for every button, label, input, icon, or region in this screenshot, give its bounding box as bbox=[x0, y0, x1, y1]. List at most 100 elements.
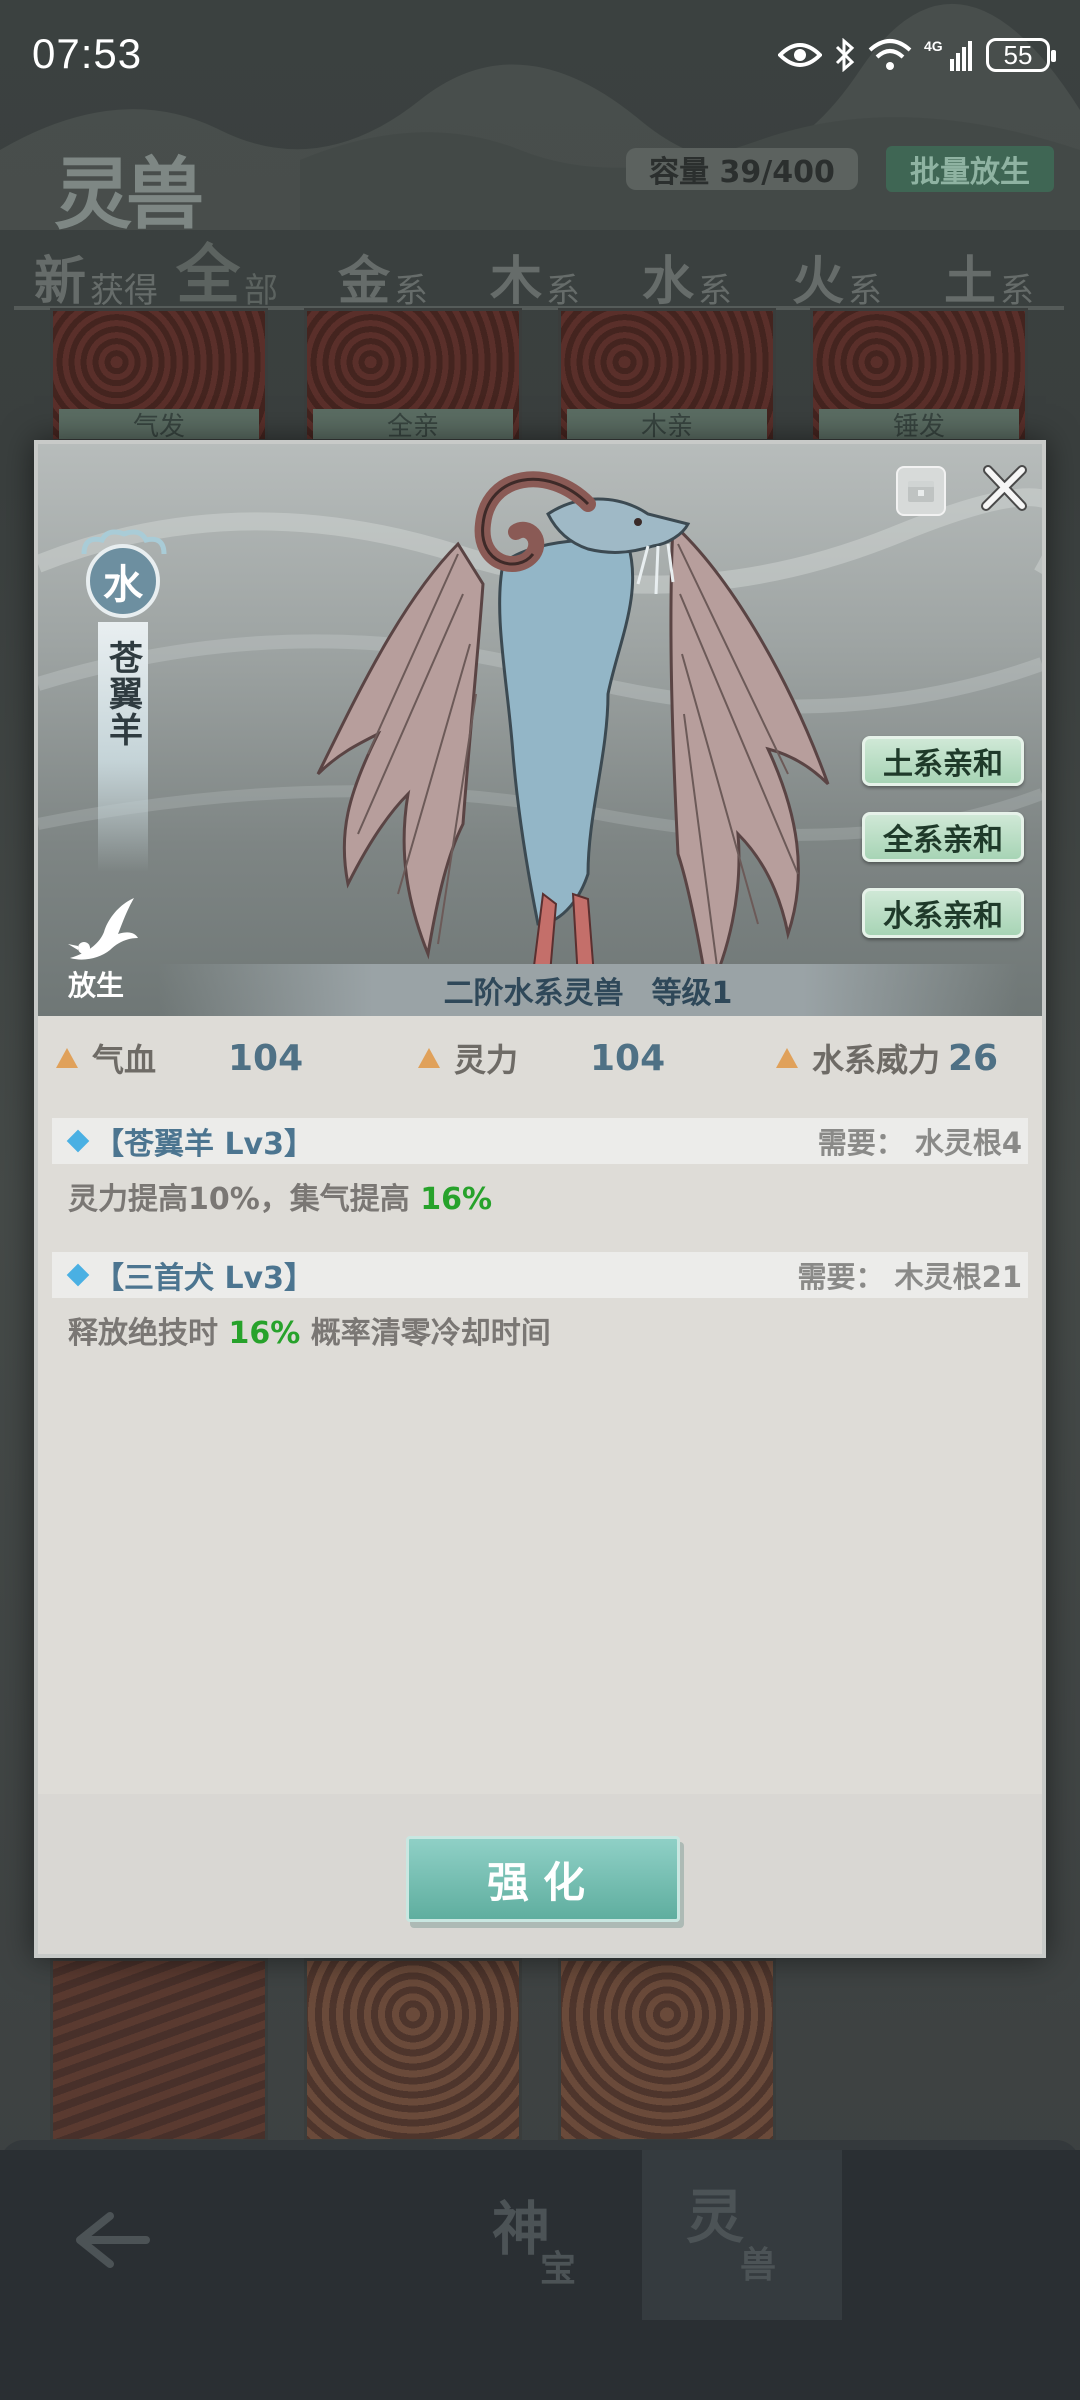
tab-label: 水 bbox=[642, 251, 695, 312]
stat-label: 灵力 bbox=[454, 1041, 519, 1079]
beast-card[interactable]: 锤发 bbox=[810, 308, 1028, 442]
release-button[interactable]: 放生 bbox=[60, 894, 160, 1004]
tab-label: 全 bbox=[176, 238, 240, 313]
card-label: 木亲 bbox=[567, 409, 767, 439]
winged-goat-illustration bbox=[316, 471, 830, 999]
tab-label: 木 bbox=[490, 251, 543, 312]
triangle-icon bbox=[56, 1048, 78, 1068]
tab-metal[interactable]: 金系 bbox=[338, 218, 429, 312]
tab-sublabel: 系 bbox=[394, 271, 429, 311]
nav-tab-lingshou[interactable]: 灵 兽 bbox=[642, 2150, 842, 2320]
beast-card[interactable]: 气发 bbox=[50, 308, 268, 442]
skill-requirement: 需要： 木灵根21 bbox=[797, 1260, 1022, 1294]
beast-name: 苍翼羊 bbox=[102, 640, 143, 748]
nav-tab-sublabel: 兽 bbox=[740, 2244, 777, 2286]
card-art bbox=[561, 1961, 773, 2139]
skill-entry: 【三首犬 Lv3】 需要： 木灵根21 释放绝技时 16% 概率清零冷却时间 bbox=[52, 1252, 1028, 1352]
close-icon bbox=[981, 465, 1027, 511]
bird-icon bbox=[68, 898, 138, 960]
tab-all[interactable]: 全部 bbox=[176, 218, 278, 313]
card-label: 锤发 bbox=[819, 409, 1019, 439]
beast-card[interactable] bbox=[558, 1958, 776, 2142]
capacity-badge: 容量 39/400 bbox=[626, 148, 858, 190]
beast-card[interactable]: 木亲 bbox=[558, 308, 776, 442]
skill-entry: 【苍翼羊 Lv3】 需要： 水灵根4 灵力提高10%，集气提高 16% bbox=[52, 1118, 1028, 1218]
skill-header: 【苍翼羊 Lv3】 需要： 水灵根4 bbox=[52, 1118, 1028, 1164]
stats-row: 气血 104 灵力 104 水系威力 26 bbox=[38, 1028, 1042, 1088]
element-tabs: 新获得 全部 金系 木系 水系 火系 土系 bbox=[0, 218, 1080, 313]
affinity-earth-tag: 土系亲和 bbox=[862, 736, 1024, 786]
stat-value: 26 bbox=[948, 1037, 999, 1079]
affinity-water-tag: 水系亲和 bbox=[862, 888, 1024, 938]
bluetooth-icon bbox=[834, 38, 856, 72]
stat-label: 水系威力 bbox=[812, 1041, 941, 1079]
card-art bbox=[53, 1961, 265, 2139]
stat-value: 104 bbox=[590, 1037, 666, 1079]
tab-sublabel: 系 bbox=[698, 271, 733, 311]
skill-requirement: 需要： 水灵根4 bbox=[817, 1126, 1022, 1160]
tab-sublabel: 部 bbox=[244, 271, 278, 311]
tab-wood[interactable]: 木系 bbox=[490, 218, 581, 312]
signal-icon: 4G bbox=[924, 37, 974, 73]
tab-label: 金 bbox=[338, 251, 391, 312]
diamond-icon bbox=[66, 1129, 90, 1153]
skill-desc-text: 概率清零冷却时间 bbox=[300, 1316, 551, 1351]
beast-rank: 二阶水系灵兽 bbox=[443, 976, 624, 1011]
beast-level: 等级1 bbox=[651, 976, 733, 1011]
nav-tab-sublabel: 宝 bbox=[540, 2248, 577, 2290]
tab-water[interactable]: 水系 bbox=[642, 218, 733, 312]
skill-desc-text: 释放绝技时 bbox=[68, 1316, 229, 1351]
element-badge: 水 苍翼羊 bbox=[81, 514, 172, 872]
battery-icon: 55 bbox=[986, 38, 1056, 72]
status-icons: 4G 55 bbox=[778, 30, 1056, 80]
game-logo: 灵兽 bbox=[20, 60, 220, 240]
skill-title: 【苍翼羊 Lv3】 bbox=[94, 1127, 314, 1162]
card-label: 气发 bbox=[59, 409, 259, 439]
stat-hp: 气血 bbox=[56, 1028, 156, 1088]
eye-icon bbox=[778, 40, 822, 70]
card-label: 全亲 bbox=[313, 409, 513, 439]
skill-title: 【三首犬 Lv3】 bbox=[94, 1261, 314, 1296]
batch-release-button[interactable]: 批量放生 bbox=[886, 146, 1054, 192]
beast-hero-panel: 水 苍翼羊 放生 土系亲和 全系亲和 水系亲和 二阶水系灵兽 等级1 bbox=[38, 444, 1042, 1016]
beast-card[interactable] bbox=[304, 1958, 522, 2142]
tab-label: 新 bbox=[34, 251, 87, 312]
skill-description: 灵力提高10%，集气提高 16% bbox=[52, 1174, 1028, 1218]
close-button[interactable] bbox=[974, 458, 1034, 518]
battery-level: 55 bbox=[1003, 39, 1033, 70]
skill-title-wrap: 【苍翼羊 Lv3】 bbox=[66, 1119, 314, 1163]
stat-label: 气血 bbox=[92, 1041, 157, 1079]
wifi-icon bbox=[868, 38, 912, 72]
beast-detail-modal: 水 苍翼羊 放生 土系亲和 全系亲和 水系亲和 二阶水系灵兽 等级1 气血 10… bbox=[34, 440, 1046, 1958]
back-arrow-icon[interactable] bbox=[70, 2196, 150, 2289]
nav-tab-label: 灵 bbox=[686, 2183, 745, 2251]
tab-earth[interactable]: 土系 bbox=[944, 218, 1035, 312]
skill-description: 释放绝技时 16% 概率清零冷却时间 bbox=[52, 1308, 1028, 1352]
stat-water-power: 水系威力 bbox=[776, 1028, 940, 1088]
tab-label: 土 bbox=[944, 251, 997, 312]
skill-title-wrap: 【三首犬 Lv3】 bbox=[66, 1253, 314, 1297]
tab-sublabel: 系 bbox=[1000, 271, 1035, 311]
triangle-icon bbox=[418, 1048, 440, 1068]
lock-button[interactable] bbox=[896, 466, 946, 516]
upgrade-button[interactable]: 强化 bbox=[406, 1836, 680, 1922]
tab-sublabel: 系 bbox=[848, 271, 883, 311]
lock-icon bbox=[908, 481, 934, 502]
beast-card[interactable]: 全亲 bbox=[304, 308, 522, 442]
rank-bar: 二阶水系灵兽 等级1 bbox=[158, 964, 1018, 1016]
tab-new[interactable]: 新获得 bbox=[34, 218, 158, 312]
tab-sublabel: 系 bbox=[546, 271, 581, 311]
beast-card[interactable] bbox=[50, 1958, 268, 2142]
skill-desc-highlight: 16% bbox=[228, 1316, 301, 1351]
release-label: 放生 bbox=[68, 969, 125, 1002]
triangle-icon bbox=[776, 1048, 798, 1068]
element-water-icon: 水 bbox=[86, 544, 160, 618]
skill-desc-text: 灵力提高10%，集气提高 bbox=[68, 1182, 421, 1217]
skill-desc-highlight: 16% bbox=[420, 1182, 493, 1217]
network-type: 4G bbox=[924, 38, 943, 54]
nav-tab-shenbao[interactable]: 神 宝 bbox=[486, 2180, 626, 2300]
diamond-icon bbox=[66, 1263, 90, 1287]
card-art bbox=[307, 1961, 519, 2139]
tab-fire[interactable]: 火系 bbox=[792, 218, 883, 312]
tab-label: 火 bbox=[792, 251, 845, 312]
